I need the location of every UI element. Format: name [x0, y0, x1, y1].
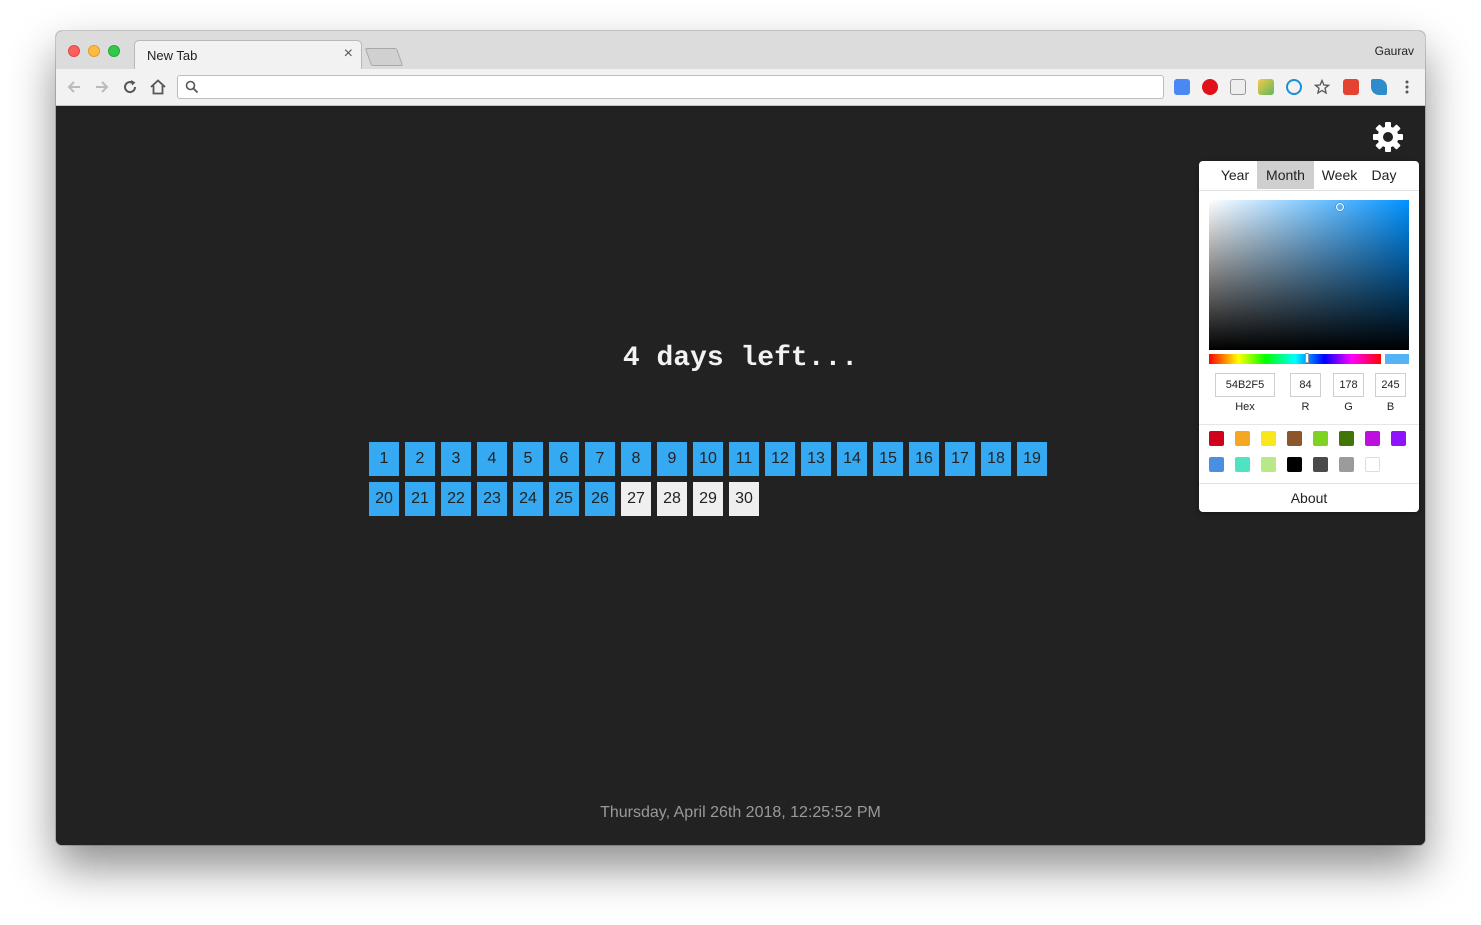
home-icon[interactable] [149, 78, 167, 96]
settings-panel: Year Month Week Day 54B2F5 84 178 245 He… [1199, 161, 1419, 512]
day-cell: 13 [801, 442, 831, 476]
preset-swatch[interactable] [1261, 457, 1276, 472]
day-cell: 5 [513, 442, 543, 476]
day-cell: 25 [549, 482, 579, 516]
tab-month[interactable]: Month [1257, 161, 1314, 189]
bird-ext-icon[interactable] [1371, 79, 1387, 95]
tab-close-icon[interactable]: × [344, 46, 353, 62]
day-cell: 10 [693, 442, 723, 476]
search-icon [185, 80, 199, 94]
day-cell: 16 [909, 442, 939, 476]
preset-swatch[interactable] [1365, 457, 1380, 472]
day-cell: 4 [477, 442, 507, 476]
green-input[interactable]: 178 [1333, 373, 1364, 397]
days-left-heading: 4 days left... [622, 343, 859, 374]
day-cell: 22 [441, 482, 471, 516]
current-datetime: Thursday, April 26th 2018, 12:25:52 PM [600, 804, 881, 821]
day-cell: 29 [693, 482, 723, 516]
preset-swatch[interactable] [1313, 457, 1328, 472]
divider [1199, 424, 1419, 425]
tab-title: New Tab [147, 48, 198, 63]
preset-swatch[interactable] [1209, 457, 1224, 472]
saturation-picker[interactable] [1209, 200, 1409, 350]
onepassword-icon[interactable] [1286, 79, 1302, 95]
browser-window: New Tab × Gaurav Year Month Week Day 54B… [56, 31, 1425, 845]
tab-day[interactable]: Day [1365, 161, 1403, 189]
preset-swatch[interactable] [1287, 457, 1302, 472]
new-tab-page: Year Month Week Day 54B2F5 84 178 245 He… [56, 106, 1425, 845]
gear-icon[interactable] [1372, 121, 1404, 153]
preset-swatch[interactable] [1365, 431, 1380, 446]
browser-tab[interactable]: New Tab × [134, 40, 362, 70]
day-cell: 11 [729, 442, 759, 476]
back-icon[interactable] [65, 78, 83, 96]
title-bar: New Tab × Gaurav [56, 31, 1425, 70]
reload-icon[interactable] [121, 78, 139, 96]
tab-week[interactable]: Week [1316, 161, 1363, 189]
day-cell: 23 [477, 482, 507, 516]
preset-swatch[interactable] [1235, 431, 1250, 446]
preset-swatch[interactable] [1339, 457, 1354, 472]
day-cell: 3 [441, 442, 471, 476]
google-translate-icon[interactable] [1174, 79, 1190, 95]
new-tab-button[interactable] [364, 48, 404, 66]
preset-swatch[interactable] [1235, 457, 1250, 472]
day-cell: 2 [405, 442, 435, 476]
preset-swatch[interactable] [1339, 431, 1354, 446]
day-cell: 14 [837, 442, 867, 476]
day-cell: 7 [585, 442, 615, 476]
js-toggle-icon[interactable] [1230, 79, 1246, 95]
address-input[interactable] [204, 78, 1158, 98]
saturation-cursor[interactable] [1336, 203, 1344, 211]
tab-year[interactable]: Year [1215, 161, 1255, 189]
chrome-menu-icon[interactable] [1399, 79, 1415, 95]
blue-input[interactable]: 245 [1375, 373, 1406, 397]
preset-swatch[interactable] [1287, 431, 1302, 446]
todoist-icon[interactable] [1343, 79, 1359, 95]
day-cell: 26 [585, 482, 615, 516]
profile-name[interactable]: Gaurav [1375, 44, 1414, 58]
day-cell: 24 [513, 482, 543, 516]
red-input[interactable]: 84 [1290, 373, 1321, 397]
preset-swatch[interactable] [1209, 431, 1224, 446]
day-cell: 9 [657, 442, 687, 476]
preset-swatch[interactable] [1313, 431, 1328, 446]
day-cell: 6 [549, 442, 579, 476]
preset-swatch[interactable] [1391, 431, 1406, 446]
color-picker-ext-icon[interactable] [1258, 79, 1274, 95]
day-cell: 27 [621, 482, 651, 516]
day-cell: 12 [765, 442, 795, 476]
day-cell: 20 [369, 482, 399, 516]
day-cell: 18 [981, 442, 1011, 476]
blue-label: B [1386, 401, 1395, 413]
day-cell: 15 [873, 442, 903, 476]
day-cell: 8 [621, 442, 651, 476]
green-label: G [1344, 401, 1353, 413]
browser-toolbar [56, 69, 1425, 106]
day-cell: 30 [729, 482, 759, 516]
bookmark-star-icon[interactable] [1314, 79, 1330, 95]
red-label: R [1301, 401, 1310, 413]
preset-swatch[interactable] [1261, 431, 1276, 446]
hex-label: Hex [1235, 401, 1255, 413]
window-maximize-button[interactable] [108, 45, 120, 57]
adblock-plus-icon[interactable] [1202, 79, 1218, 95]
day-cell: 21 [405, 482, 435, 516]
hex-input[interactable]: 54B2F5 [1215, 373, 1275, 397]
day-cell: 19 [1017, 442, 1047, 476]
window-minimize-button[interactable] [88, 45, 100, 57]
window-close-button[interactable] [68, 45, 80, 57]
address-bar[interactable] [177, 75, 1164, 99]
period-tabs: Year Month Week Day [1199, 161, 1419, 191]
day-cell: 17 [945, 442, 975, 476]
forward-icon[interactable] [93, 78, 111, 96]
day-cell: 1 [369, 442, 399, 476]
day-cell: 28 [657, 482, 687, 516]
about-link[interactable]: About [1199, 483, 1419, 513]
